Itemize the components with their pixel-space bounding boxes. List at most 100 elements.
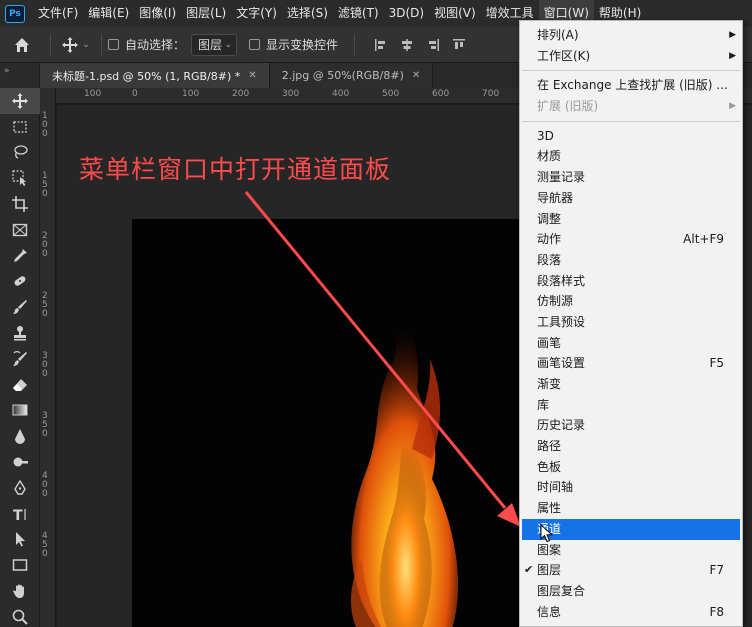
tools-panel: » T (0, 63, 40, 627)
home-button[interactable] (0, 27, 44, 63)
ruler-label: 0 (132, 89, 138, 99)
marquee-tool[interactable] (0, 114, 40, 140)
menu-item-brushes[interactable]: 画笔 (520, 333, 742, 354)
checkbox-box[interactable] (108, 39, 119, 50)
menu-item-paragraph-styles[interactable]: 段落样式 (520, 271, 742, 292)
menu-type[interactable]: 文字(Y) (231, 0, 282, 27)
align-center-icon[interactable] (401, 38, 413, 51)
rectangle-tool[interactable] (0, 552, 40, 578)
close-icon[interactable]: ✕ (412, 70, 420, 81)
menu-item-adjustments[interactable]: 调整 (520, 209, 742, 230)
submenu-arrow-icon: ▶ (729, 50, 736, 61)
menu-item-history[interactable]: 历史记录 (520, 415, 742, 436)
menu-item-shortcut: F7 (709, 563, 724, 578)
menu-item-workspace[interactable]: 工作区(K) ▶ (520, 46, 742, 67)
path-select-tool[interactable] (0, 527, 40, 553)
dodge-tool[interactable] (0, 449, 40, 475)
frame-tool[interactable] (0, 217, 40, 243)
ruler-label: 500 (382, 89, 400, 99)
eraser-icon (13, 378, 27, 391)
menu-item-info[interactable]: 信息 F8 (520, 602, 742, 623)
menu-item-label: 段落样式 (537, 273, 586, 288)
menu-item-libraries[interactable]: 库 (520, 395, 742, 416)
menu-item-3d[interactable]: 3D (520, 126, 742, 147)
auto-select-target-dropdown[interactable]: 图层 ⌄ (191, 33, 238, 56)
vertical-ruler: 1 0 0 1 5 0 2 0 0 2 5 0 3 0 0 3 5 0 4 0 … (40, 88, 56, 627)
menu-item-materials[interactable]: 材质 (520, 146, 742, 167)
menu-item-properties[interactable]: 属性 (520, 498, 742, 519)
menu-item-label: 段落 (537, 252, 562, 267)
align-left-icon[interactable] (375, 38, 387, 51)
menu-item-clone-source[interactable]: 仿制源 (520, 291, 742, 312)
show-transform-checkbox[interactable]: 显示变换控件 (249, 36, 338, 53)
menu-item-brush-settings[interactable]: 画笔设置 F5 (520, 353, 742, 374)
move-tool[interactable] (0, 88, 40, 114)
crop-tool[interactable] (0, 191, 40, 217)
menu-item-paragraph[interactable]: 段落 (520, 250, 742, 271)
object-select-icon (12, 170, 26, 187)
menu-item-channels[interactable]: 通道 (522, 518, 740, 540)
menu-item-gradients[interactable]: 渐变 (520, 374, 742, 395)
close-icon[interactable]: ✕ (248, 70, 256, 81)
tab-document-1[interactable]: 未标题-1.psd @ 50% (1, RGB/8#) * ✕ (40, 63, 270, 88)
hand-tool[interactable] (0, 578, 40, 604)
menu-filter[interactable]: 滤镜(T) (333, 0, 384, 27)
auto-select-checkbox[interactable]: 自动选择： (108, 36, 185, 53)
blur-tool[interactable] (0, 423, 40, 449)
menu-item-shortcut: Alt+F9 (683, 232, 724, 247)
eyedropper-tool[interactable] (0, 243, 40, 269)
menu-item-paths[interactable]: 路径 (520, 436, 742, 457)
menu-item-find-extensions[interactable]: 在 Exchange 上查找扩展 (旧版) ... (520, 75, 742, 96)
menu-3d[interactable]: 3D(D) (384, 0, 429, 27)
menu-item-tool-presets[interactable]: 工具预设 (520, 312, 742, 333)
chevron-down-icon: ⌄ (224, 39, 233, 50)
menu-select[interactable]: 选择(S) (282, 0, 333, 27)
history-brush-tool[interactable] (0, 346, 40, 372)
menu-item-actions[interactable]: 动作 Alt+F9 (520, 229, 742, 250)
align-right-icon[interactable] (427, 38, 440, 51)
menu-item-navigator[interactable]: 导航器 (520, 188, 742, 209)
submenu-arrow-icon: ▶ (729, 101, 736, 112)
annotation-text: 菜单栏窗口中打开通道面板 (79, 155, 392, 184)
lasso-icon (14, 145, 28, 160)
menu-edit[interactable]: 编辑(E) (83, 0, 134, 27)
type-icon: T (13, 508, 26, 522)
home-icon (15, 37, 29, 52)
menu-layer[interactable]: 图层(L) (181, 0, 231, 27)
align-top-icon[interactable] (453, 38, 466, 51)
tab-document-2[interactable]: 2.jpg @ 50%(RGB/8#) ✕ (269, 63, 434, 88)
menu-file[interactable]: 文件(F) (33, 0, 83, 27)
lasso-tool[interactable] (0, 140, 40, 166)
menu-item-layer-comps[interactable]: 图层复合 (520, 581, 742, 602)
menu-item-layers[interactable]: ✔ 图层 F7 (520, 560, 742, 581)
menu-item-label: 图案 (537, 542, 562, 557)
healing-brush-tool[interactable] (0, 269, 40, 295)
ruler-label: 300 (282, 89, 300, 99)
menu-item-label: 在 Exchange 上查找扩展 (旧版) ... (537, 78, 728, 93)
gradient-tool[interactable] (0, 398, 40, 424)
ruler-label: 3 0 0 (42, 351, 48, 379)
checkmark-icon: ✔ (524, 563, 534, 577)
zoom-tool[interactable] (0, 604, 40, 627)
collapse-panel-icon[interactable]: » (0, 63, 39, 88)
menu-view[interactable]: 视图(V) (429, 0, 481, 27)
object-select-tool[interactable] (0, 165, 40, 191)
ruler-label: 400 (332, 89, 350, 99)
menu-item-arrange[interactable]: 排列(A) ▶ (520, 25, 742, 46)
pen-tool[interactable] (0, 475, 40, 501)
brush-tool[interactable] (0, 294, 40, 320)
menu-image[interactable]: 图像(I) (134, 0, 181, 27)
type-tool[interactable]: T (0, 501, 40, 527)
eraser-tool[interactable] (0, 372, 40, 398)
menu-item-label: 图层复合 (537, 583, 586, 598)
menu-item-label: 路径 (537, 439, 562, 454)
menu-item-label: 时间轴 (537, 480, 574, 495)
menu-item-swatches[interactable]: 色板 (520, 457, 742, 478)
clone-stamp-tool[interactable] (0, 320, 40, 346)
menu-item-label: 画笔 (537, 335, 562, 350)
move-tool-preset-button[interactable]: ⌄ (57, 36, 95, 53)
checkbox-box[interactable] (249, 39, 261, 50)
menu-item-measurement-log[interactable]: 测量记录 (520, 167, 742, 188)
menu-item-timeline[interactable]: 时间轴 (520, 477, 742, 498)
menu-item-label: 属性 (537, 501, 562, 516)
